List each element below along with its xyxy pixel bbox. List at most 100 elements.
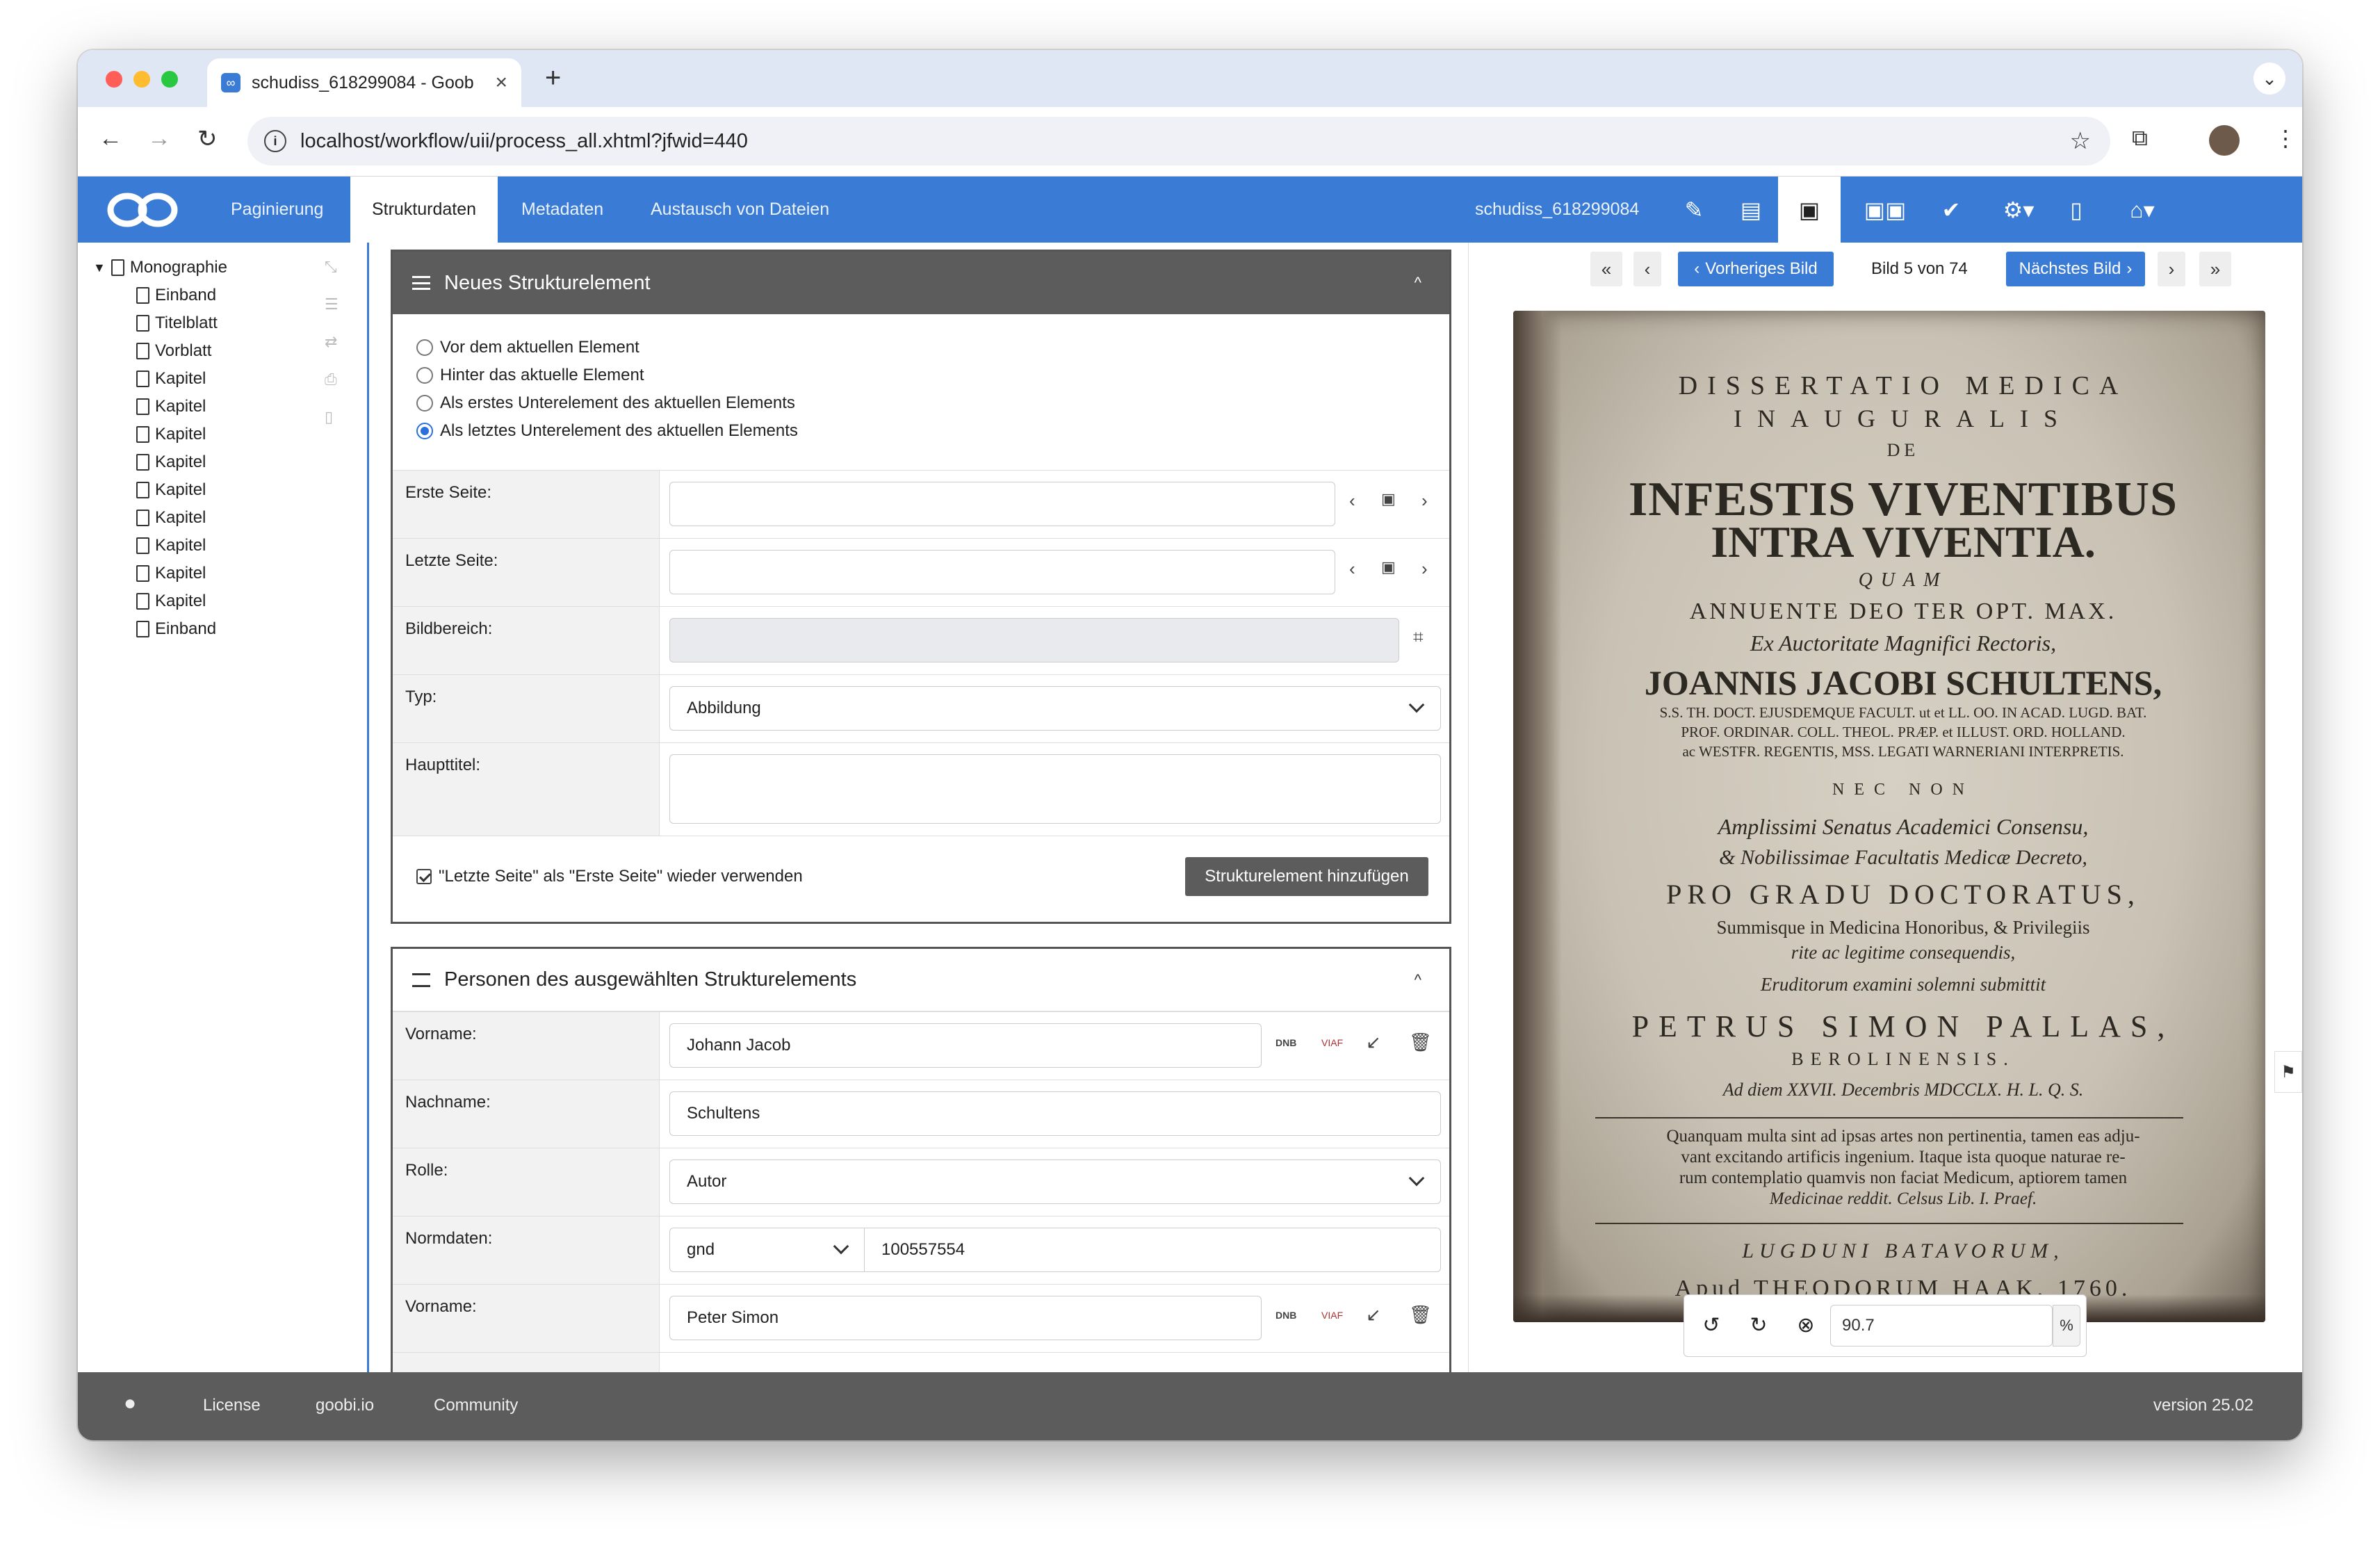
- last-page-input[interactable]: [669, 550, 1335, 594]
- settings-gear-icon[interactable]: ⚙▾: [1991, 177, 2046, 243]
- chevron-left-icon[interactable]: ‹: [1349, 490, 1355, 512]
- tab-list-chevron-icon[interactable]: ⌄: [2253, 63, 2285, 95]
- extensions-icon[interactable]: ⧉: [2132, 125, 2148, 152]
- next-image-button[interactable]: Nächstes Bild ›: [2006, 252, 2145, 286]
- reset-zoom-icon[interactable]: ⊗: [1790, 1309, 1822, 1341]
- authority-id-input[interactable]: 100557554: [864, 1228, 1441, 1272]
- tree-root-item[interactable]: ▼ Monographie: [93, 255, 227, 280]
- tab-austausch-von-dateien[interactable]: Austausch von Dateien: [651, 177, 829, 243]
- viaf-icon[interactable]: VIAF: [1321, 1037, 1343, 1048]
- tab-paginierung[interactable]: Paginierung: [231, 177, 323, 243]
- tree-item[interactable]: Kapitel: [136, 478, 206, 503]
- forward-arrow-icon[interactable]: →: [147, 125, 171, 152]
- image-icon[interactable]: ▣: [1381, 490, 1396, 508]
- tree-item[interactable]: Kapitel: [136, 450, 206, 475]
- tree-item[interactable]: Kapitel: [136, 366, 206, 391]
- minimize-window-button[interactable]: [133, 71, 150, 88]
- main-title-textarea[interactable]: [669, 754, 1441, 824]
- browser-menu-icon[interactable]: ⋮: [2274, 125, 2297, 152]
- tree-item[interactable]: Vorblatt: [136, 339, 211, 364]
- dnb-icon[interactable]: DNB: [1275, 1310, 1296, 1321]
- tab-strukturdaten[interactable]: Strukturdaten: [350, 177, 498, 243]
- type-select[interactable]: Abbildung: [669, 686, 1441, 731]
- add-structure-element-button[interactable]: Strukturelement hinzufügen: [1185, 857, 1428, 896]
- tree-item[interactable]: Einband: [136, 617, 216, 642]
- radio-button[interactable]: [416, 395, 433, 412]
- radio-last-child[interactable]: Als letztes Unterelement des aktuellen E…: [393, 417, 1449, 445]
- image-view-icon[interactable]: ▣: [1778, 177, 1841, 243]
- radio-button-selected[interactable]: [416, 423, 433, 439]
- rotate-right-icon[interactable]: ↻: [1743, 1309, 1775, 1341]
- radio-before[interactable]: Vor dem aktuellen Element: [393, 334, 1449, 361]
- radio-first-child[interactable]: Als erstes Unterelement des aktuellen El…: [393, 389, 1449, 417]
- list-icon[interactable]: ☰: [325, 295, 339, 314]
- rotate-left-icon[interactable]: ↺: [1695, 1309, 1727, 1341]
- previous-image-button[interactable]: ‹ Vorheriges Bild: [1678, 252, 1834, 286]
- tree-item[interactable]: Kapitel: [136, 394, 206, 419]
- swap-icon[interactable]: ⇄: [325, 333, 337, 351]
- import-arrow-icon[interactable]: ↙: [1366, 1032, 1381, 1053]
- url-field[interactable]: i localhost/workflow/uii/process_all.xht…: [247, 117, 2110, 165]
- collapse-chevron-icon[interactable]: ^: [1415, 971, 1421, 989]
- image-icon[interactable]: ▣: [1381, 558, 1396, 576]
- save-icon[interactable]: ▯: [2052, 177, 2101, 243]
- import-arrow-icon[interactable]: ↙: [1366, 1304, 1381, 1326]
- trash-icon[interactable]: 🗑: [1409, 1032, 1432, 1053]
- new-structure-panel-header[interactable]: Neues Strukturelement ^: [393, 252, 1449, 314]
- trash-icon[interactable]: 🗑: [1409, 1304, 1432, 1326]
- tab-metadaten[interactable]: Metadaten: [521, 177, 603, 243]
- tree-item[interactable]: Einband: [136, 283, 216, 308]
- tree-item[interactable]: Kapitel: [136, 533, 206, 558]
- tree-item[interactable]: Kapitel: [136, 422, 206, 447]
- browser-tab[interactable]: ∞ schudiss_618299084 - Goob ×: [207, 58, 521, 107]
- tree-item[interactable]: Kapitel: [136, 589, 206, 614]
- first-image-button[interactable]: «: [1590, 252, 1622, 286]
- dnb-icon[interactable]: DNB: [1275, 1037, 1296, 1048]
- tree-item[interactable]: Kapitel: [136, 505, 206, 530]
- authority-source-select[interactable]: gnd: [669, 1228, 865, 1272]
- reuse-last-page-checkbox[interactable]: "Letzte Seite" als "Erste Seite" wieder …: [416, 867, 803, 886]
- new-tab-icon[interactable]: +: [545, 63, 561, 94]
- close-tab-icon[interactable]: ×: [495, 71, 507, 95]
- radio-button[interactable]: [416, 339, 433, 356]
- viaf-icon[interactable]: VIAF: [1321, 1310, 1343, 1321]
- previous-page-chevron-button[interactable]: ‹: [1633, 252, 1661, 286]
- maximize-window-button[interactable]: [161, 71, 178, 88]
- check-icon[interactable]: ✔: [1927, 177, 1975, 243]
- site-info-icon[interactable]: i: [264, 130, 286, 152]
- radio-button[interactable]: [416, 367, 433, 384]
- close-window-button[interactable]: [106, 71, 122, 88]
- print-icon[interactable]: ⎙: [325, 371, 337, 389]
- pdf-icon[interactable]: ▯: [325, 408, 333, 426]
- footer-link-community[interactable]: Community: [434, 1396, 518, 1415]
- zoom-input[interactable]: 90.7: [1830, 1305, 2053, 1346]
- checkbox-checked[interactable]: [416, 869, 432, 884]
- edit-document-icon[interactable]: ✎: [1670, 177, 1718, 243]
- first-page-input[interactable]: [669, 482, 1335, 526]
- bookmark-star-icon[interactable]: ☆: [2070, 127, 2091, 155]
- home-icon[interactable]: ⌂▾: [2114, 177, 2170, 243]
- move-icon[interactable]: ⤡: [325, 258, 337, 276]
- bookmark-icon[interactable]: ⚑: [2274, 1051, 2302, 1093]
- footer-link-license[interactable]: License: [203, 1396, 261, 1415]
- next-page-chevron-button[interactable]: ›: [2158, 252, 2185, 286]
- crop-icon[interactable]: ⌗: [1413, 626, 1424, 649]
- tree-collapse-icon[interactable]: ▼: [93, 261, 106, 275]
- viewer-divider[interactable]: [1468, 243, 1469, 1372]
- back-arrow-icon[interactable]: ←: [99, 125, 122, 152]
- document-icon[interactable]: ▤: [1727, 177, 1775, 243]
- persons-panel-header[interactable]: Personen des ausgewählten Strukturelemen…: [393, 949, 1449, 1011]
- footer-link-goobi[interactable]: goobi.io: [316, 1396, 374, 1415]
- firstname-input[interactable]: Peter Simon: [669, 1296, 1262, 1340]
- lastname-input[interactable]: Schultens: [669, 1091, 1441, 1136]
- image-compare-icon[interactable]: ▣▣: [1850, 177, 1920, 243]
- chevron-left-icon[interactable]: ‹: [1349, 558, 1355, 580]
- collapse-chevron-icon[interactable]: ^: [1415, 274, 1421, 292]
- chevron-right-icon[interactable]: ›: [1421, 558, 1428, 580]
- last-image-button[interactable]: »: [2199, 252, 2231, 286]
- firstname-input[interactable]: Johann Jacob: [669, 1023, 1262, 1068]
- tree-divider[interactable]: [367, 243, 369, 1372]
- reload-icon[interactable]: ↻: [197, 125, 218, 153]
- github-icon[interactable]: ●: [124, 1392, 136, 1415]
- goobi-logo-icon[interactable]: [104, 188, 181, 232]
